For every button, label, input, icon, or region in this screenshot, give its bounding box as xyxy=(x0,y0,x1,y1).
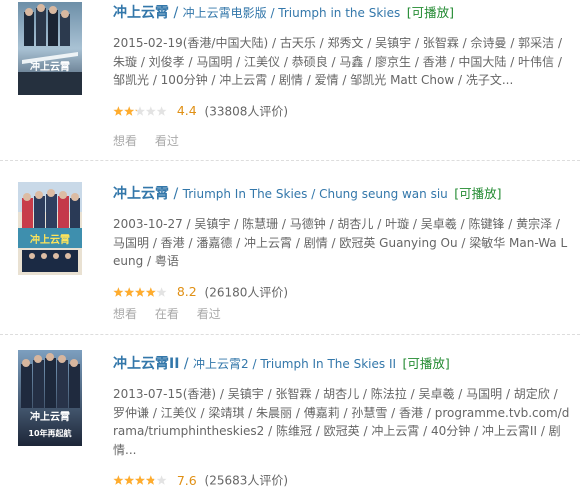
rating-stars xyxy=(113,286,167,297)
star-empty-icon xyxy=(156,286,167,297)
rating-row: 8.2 (26180人评价) xyxy=(113,283,580,301)
other-titles[interactable]: 冲上云霄电影版 / Triumph in the Skies xyxy=(183,6,401,20)
search-results: 冲上云霄 冲上云霄 / 冲上云霄电影版 / Triumph in the Ski… xyxy=(0,0,580,492)
star-filled-icon xyxy=(124,286,135,297)
rating-count[interactable]: (33808人评价) xyxy=(205,104,289,118)
playable-badge[interactable]: [可播放] xyxy=(407,5,454,20)
result-abstract: 2015-02-19(香港/中国大陆) / 古天乐 / 郑秀文 / 吴镇宇 / … xyxy=(113,36,563,87)
divider xyxy=(0,334,580,335)
title-separator: / xyxy=(183,356,194,372)
poster-subtitle: 10年再起航 xyxy=(28,428,71,438)
playable-badge[interactable]: [可播放] xyxy=(454,186,501,201)
star-empty-icon xyxy=(156,105,167,116)
watching-link[interactable]: 在看 xyxy=(155,307,179,321)
other-titles[interactable]: Triumph In The Skies / Chung seung wan s… xyxy=(183,187,448,201)
star-filled-icon xyxy=(113,105,124,116)
result-item: 冲上云霄 10年再起航 冲上云霄II / 冲上云霄2 / Triumph In … xyxy=(0,340,580,492)
star-filled-icon xyxy=(135,286,145,297)
rating-row: 7.6 (25683人评价) xyxy=(113,471,580,489)
rating-score: 4.4 xyxy=(176,103,197,118)
result-info: 冲上云霄 / 冲上云霄电影版 / Triumph in the Skies [可… xyxy=(113,0,580,120)
result-title: 冲上云霄II / 冲上云霄2 / Triumph In The Skies II… xyxy=(113,354,580,374)
result-title: 冲上云霄 / 冲上云霄电影版 / Triumph in the Skies [可… xyxy=(113,3,580,23)
want-to-watch-link[interactable]: 想看 xyxy=(113,134,137,148)
playable-badge[interactable]: [可播放] xyxy=(403,356,450,371)
star-filled-icon xyxy=(113,286,124,297)
star-filled-icon xyxy=(135,475,145,485)
star-filled-icon xyxy=(145,286,156,297)
rating-score: 8.2 xyxy=(176,284,197,299)
star-empty-icon xyxy=(145,105,156,116)
poster-image[interactable]: 冲上云霄 xyxy=(18,2,82,95)
result-abstract: 2013-07-15(香港) / 吴镇宇 / 张智霖 / 胡杏儿 / 陈法拉 /… xyxy=(113,387,570,457)
rating-count[interactable]: (25683人评价) xyxy=(205,474,289,488)
result-item: 冲上云霄 冲上云霄 / 冲上云霄电影版 / Triumph in the Ski… xyxy=(0,0,580,160)
want-to-watch-link[interactable]: 想看 xyxy=(113,307,137,321)
divider xyxy=(0,160,580,161)
star-filled-icon xyxy=(124,475,135,485)
star-filled-icon xyxy=(113,475,124,485)
watched-link[interactable]: 看过 xyxy=(155,134,179,148)
result-item: 冲上云霄 冲上云霄 / Triumph In The Skies / Chung… xyxy=(0,174,580,334)
title-link[interactable]: 冲上云霄 xyxy=(113,5,169,21)
rating-count[interactable]: (26180人评价) xyxy=(205,285,289,299)
poster-image[interactable]: 冲上云霄 xyxy=(18,182,82,275)
rating-score: 7.6 xyxy=(176,472,197,488)
other-titles[interactable]: 冲上云霄2 / Triumph In The Skies II xyxy=(193,357,396,371)
result-title: 冲上云霄 / Triumph In The Skies / Chung seun… xyxy=(113,184,580,204)
rating-row: 4.4 (33808人评价) xyxy=(113,102,580,120)
result-info: 冲上云霄II / 冲上云霄2 / Triumph In The Skies II… xyxy=(113,340,580,489)
rating-stars xyxy=(113,475,167,485)
title-link[interactable]: 冲上云霄II xyxy=(113,356,179,372)
rating-stars xyxy=(113,105,167,116)
action-bar: 想看 在看 看过 xyxy=(113,305,580,322)
result-abstract: 2003-10-27 / 吴镇宇 / 陈慧珊 / 马德钟 / 胡杏儿 / 叶璇 … xyxy=(113,217,568,268)
result-info: 冲上云霄 / Triumph In The Skies / Chung seun… xyxy=(113,174,580,301)
action-bar: 想看 看过 xyxy=(113,132,580,149)
watched-link[interactable]: 看过 xyxy=(197,307,221,321)
title-separator: / xyxy=(173,186,183,202)
poster-title: 冲上云霄 xyxy=(30,233,70,246)
star-filled-icon xyxy=(124,105,135,116)
poster-image[interactable]: 冲上云霄 10年再起航 xyxy=(18,350,82,446)
title-separator: / xyxy=(173,5,183,21)
title-link[interactable]: 冲上云霄 xyxy=(113,186,169,202)
star-empty-icon xyxy=(156,475,167,485)
poster-title: 冲上云霄 xyxy=(30,60,70,73)
poster-title: 冲上云霄 xyxy=(30,410,70,423)
